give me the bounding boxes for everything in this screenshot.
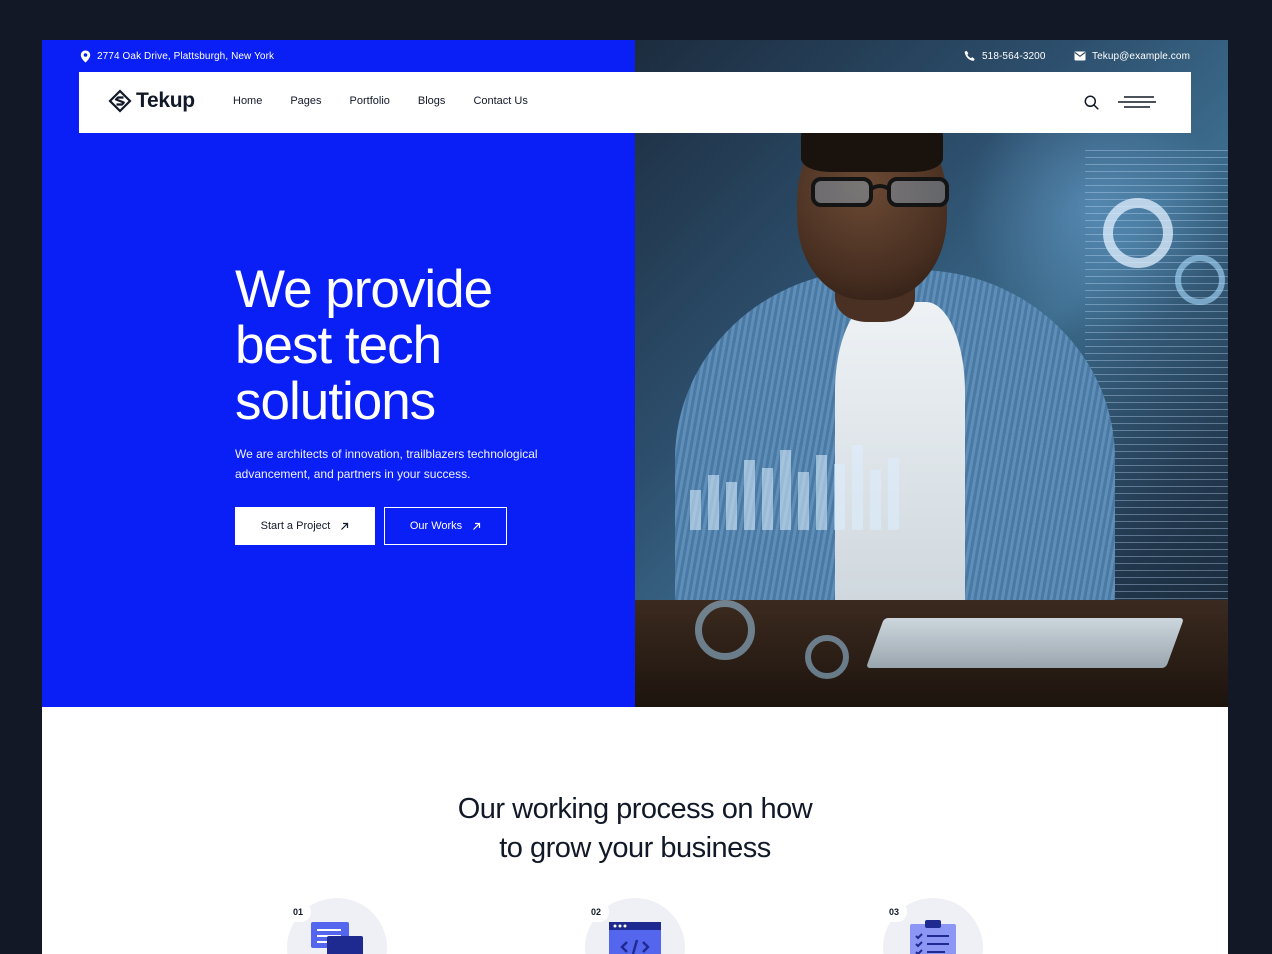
process-step-3: 03 [881,898,983,954]
step-number: 03 [881,902,907,922]
phone-icon [964,50,975,61]
nav-link-contact[interactable]: Contact Us [473,95,527,107]
process-section-title: Our working process on how to grow your … [42,790,1228,868]
nav-links: Home Pages Portfolio Blogs Contact Us [233,95,556,107]
hero-title-line: We provide [235,260,493,319]
hologram-bar-chart [690,440,950,530]
hologram-ring [1103,198,1173,268]
nav-link-blogs[interactable]: Blogs [418,95,446,107]
hero-section: 2774 Oak Drive, Plattsburgh, New York 51… [42,40,1228,707]
arrow-up-right-icon [473,522,481,530]
main-navbar: Tekup Home Pages Portfolio Blogs Contact… [79,72,1191,133]
address-info: 2774 Oak Drive, Plattsburgh, New York [80,49,274,63]
our-works-label: Our Works [409,520,463,532]
glasses-icon [811,177,949,207]
hologram-ring [695,600,755,660]
process-step-1: 01 [285,898,387,954]
process-step-2: 02 [583,898,685,954]
logo[interactable]: Tekup [108,89,195,113]
code-window-icon [609,922,661,954]
process-title-line: Our working process on how [457,793,813,825]
hero-photo [635,40,1228,707]
arrow-up-right-icon [341,522,349,530]
process-title-line: to grow your business [499,832,771,864]
nav-link-portfolio[interactable]: Portfolio [350,95,390,107]
hamburger-menu-icon[interactable] [1118,95,1156,109]
hero-description: We are architects of innovation, trailbl… [235,447,538,481]
phone-text: 518-564-3200 [982,50,1046,62]
location-pin-icon [80,50,91,62]
our-works-button[interactable]: Our Works [384,507,507,545]
address-text: 2774 Oak Drive, Plattsburgh, New York [97,50,275,62]
start-project-label: Start a Project [260,520,331,532]
nav-link-home[interactable]: Home [233,95,262,107]
browser-frame: 2774 Oak Drive, Plattsburgh, New York 51… [42,40,1228,954]
hero-title-line: best tech [235,316,442,375]
chat-bubbles-icon [311,922,363,954]
logo-mark-icon [108,89,132,113]
hero-title: We provide best tech solutions [235,262,595,430]
nav-link-pages[interactable]: Pages [290,95,321,107]
phone-info[interactable]: 518-564-3200 [964,49,1045,63]
search-icon[interactable] [1084,95,1099,110]
keyboard [865,618,1185,668]
email-text: Tekup@example.com [1092,50,1191,62]
hologram-ring [1175,255,1225,305]
start-project-button[interactable]: Start a Project [235,507,375,545]
mail-icon [1074,51,1086,61]
clipboard-checklist-icon [910,920,956,954]
step-number: 02 [583,902,609,922]
step-number: 01 [285,902,311,922]
hero-title-line: solutions [235,372,436,431]
logo-text: Tekup [136,89,195,112]
hologram-ring [805,635,849,679]
email-info[interactable]: Tekup@example.com [1074,49,1190,63]
